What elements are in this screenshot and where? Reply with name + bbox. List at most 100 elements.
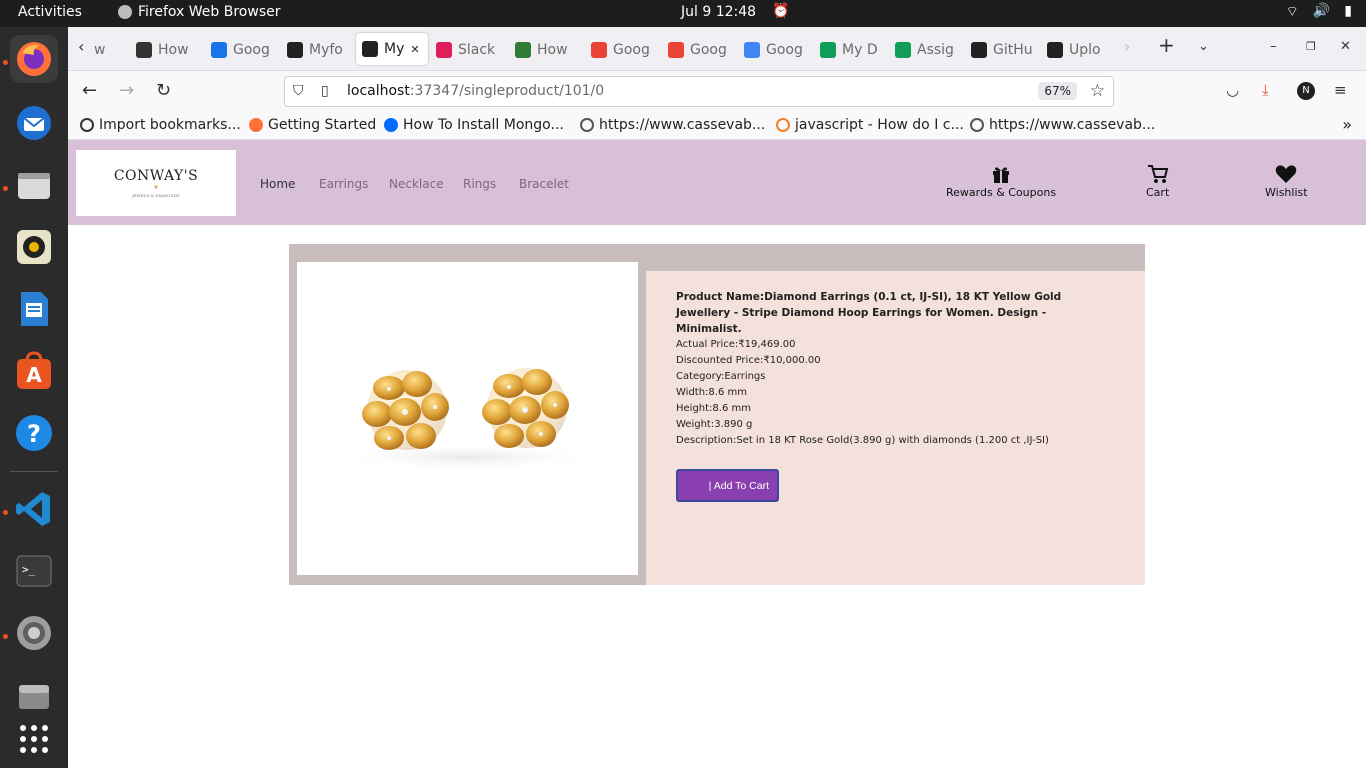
browser-tab[interactable]: Slack [436, 35, 498, 65]
storage-dock-icon[interactable] [10, 671, 58, 719]
bookmark-item[interactable]: Import bookmarks... [80, 117, 241, 133]
help-dock-icon[interactable]: ? [10, 409, 58, 457]
nav-home[interactable]: Home [260, 177, 295, 191]
github-icon [971, 42, 987, 58]
page-info-icon[interactable]: ▯ [321, 83, 329, 99]
svg-text:A: A [26, 363, 42, 387]
bookmark-item[interactable]: https://www.cassevab... [970, 117, 1155, 133]
browser-tab[interactable]: Goog [744, 35, 806, 65]
browser-tab[interactable]: GitHu [971, 35, 1033, 65]
reload-button[interactable]: ↻ [156, 80, 171, 101]
nav-rings[interactable]: Rings [463, 177, 496, 191]
product-description: Description:Set in 18 KT Rose Gold(3.890… [676, 435, 1049, 446]
list-all-tabs-icon[interactable]: ⌄ [1198, 39, 1209, 54]
product-image [327, 368, 607, 471]
google-icon [744, 42, 760, 58]
tab-label: Goog [766, 42, 803, 58]
running-indicator [3, 510, 8, 515]
browser-tab[interactable]: How [136, 35, 194, 65]
browser-tab[interactable]: My D [820, 35, 882, 65]
pocket-icon[interactable]: ◡ [1226, 81, 1239, 99]
drive-icon [820, 42, 836, 58]
vscode-dock-icon[interactable] [10, 485, 58, 533]
cart-label: Cart [1146, 186, 1170, 199]
running-indicator [3, 60, 8, 65]
bookmarks-overflow-icon[interactable]: » [1342, 115, 1352, 134]
nav-earrings[interactable]: Earrings [319, 177, 368, 191]
bookmark-item[interactable]: Getting Started [249, 117, 376, 133]
product-panel: Product Name:Diamond Earrings (0.1 ct, I… [289, 244, 1145, 585]
browser-tab[interactable]: Assig [895, 35, 957, 65]
clock[interactable]: Jul 9 12:48 [681, 4, 756, 20]
bookmark-item[interactable]: https://www.cassevab... [580, 117, 765, 133]
url-host: localhost [347, 83, 410, 99]
tab-label: How [537, 42, 568, 58]
url-text[interactable]: localhost:37347/singleproduct/101/0 [347, 83, 604, 99]
app-center-dock-icon[interactable]: A [10, 347, 58, 395]
bookmark-star-icon[interactable]: ☆ [1090, 81, 1105, 101]
wishlist-button[interactable]: Wishlist [1265, 164, 1308, 199]
forward-button[interactable]: → [119, 80, 134, 101]
browser-tab[interactable]: Uplo [1047, 35, 1103, 65]
close-window-button[interactable]: ✕ [1340, 39, 1351, 54]
maximize-button[interactable]: ❐ [1306, 40, 1316, 53]
browser-tab[interactable]: Goog [591, 35, 653, 65]
browser-tab[interactable]: Myfo [287, 35, 345, 65]
system-tray[interactable]: ⌔ 🔊 ▮ [1286, 3, 1352, 21]
account-avatar-icon[interactable]: N [1297, 82, 1315, 100]
rewards-coupons-button[interactable]: Rewards & Coupons [946, 164, 1056, 199]
site-logo[interactable]: CONWAY'S ❦ JEWELS & DIAMONDS [76, 150, 236, 216]
slack-icon [436, 42, 452, 58]
nav-necklace[interactable]: Necklace [389, 177, 444, 191]
files-dock-icon[interactable] [10, 161, 58, 209]
product-category: Category:Earrings [676, 371, 766, 382]
site-header: CONWAY'S ❦ JEWELS & DIAMONDS Home Earrin… [68, 140, 1366, 225]
settings-dock-icon[interactable] [10, 609, 58, 657]
battery-icon: ▮ [1344, 3, 1352, 19]
rhythmbox-dock-icon[interactable] [10, 223, 58, 271]
import-icon [80, 118, 94, 132]
bookmark-label: https://www.cassevab... [599, 117, 766, 133]
browser-tab[interactable]: My ✕ [356, 33, 428, 65]
nav-bracelet[interactable]: Bracelet [519, 177, 569, 191]
bookmark-item[interactable]: javascript - How do I c... [776, 117, 964, 133]
url-bar[interactable]: ⛉ ▯ localhost:37347/singleproduct/101/0 … [284, 76, 1114, 107]
tabs-scroll-right-icon[interactable]: › [1124, 37, 1130, 56]
show-apps-icon[interactable] [10, 715, 58, 763]
wishlist-label: Wishlist [1265, 186, 1308, 199]
discounted-price: Discounted Price:₹10,000.00 [676, 355, 821, 366]
url-path: :37347/singleproduct/101/0 [409, 83, 605, 99]
add-to-cart-button[interactable]: | Add To Cart [676, 469, 779, 502]
app-menu[interactable]: Firefox Web Browser [118, 4, 281, 20]
running-indicator [3, 186, 8, 191]
browser-tab[interactable]: w [94, 35, 114, 65]
browser-tab[interactable]: Goog [211, 35, 271, 65]
tab-label: Myfo [309, 42, 343, 58]
angular-icon [362, 41, 378, 57]
minimize-button[interactable]: – [1270, 39, 1294, 63]
back-button[interactable]: ← [82, 80, 97, 101]
close-tab-icon[interactable]: ✕ [410, 43, 419, 56]
menu-hamburger-icon[interactable]: ≡ [1334, 81, 1347, 99]
svg-text:>_: >_ [22, 563, 36, 576]
bookmark-item[interactable]: How To Install Mongo... [384, 117, 564, 133]
thunderbird-dock-icon[interactable] [10, 99, 58, 147]
writer-dock-icon[interactable] [10, 285, 58, 333]
firefox-dock-icon[interactable] [10, 35, 58, 83]
new-tab-button[interactable]: + [1158, 33, 1175, 57]
browser-tab[interactable]: How [515, 35, 577, 65]
zoom-level[interactable]: 67% [1038, 82, 1077, 100]
downloads-icon[interactable]: ⤓ [1262, 81, 1269, 99]
chrome-icon [591, 42, 607, 58]
globe-icon [970, 118, 984, 132]
tracking-protection-icon[interactable]: ⛉ [293, 83, 304, 99]
cart-button[interactable]: Cart [1146, 164, 1169, 199]
product-details: Product Name:Diamond Earrings (0.1 ct, I… [676, 289, 1096, 449]
tabs-scroll-left-icon[interactable]: ‹ [78, 37, 84, 56]
volume-icon: 🔊 [1312, 3, 1331, 19]
browser-tab[interactable]: Goog [668, 35, 730, 65]
github-icon [1047, 42, 1063, 58]
activities-button[interactable]: Activities [18, 4, 82, 20]
dg-icon [515, 42, 531, 58]
terminal-dock-icon[interactable]: >_ [10, 547, 58, 595]
